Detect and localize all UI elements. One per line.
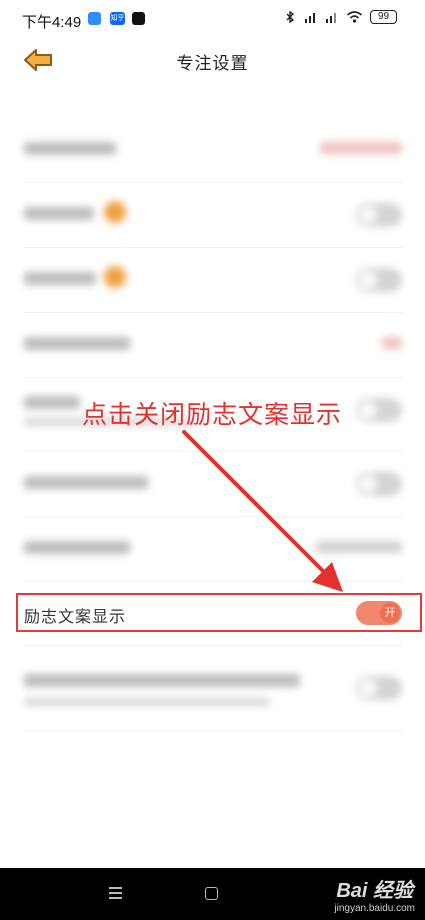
blurred-row-value xyxy=(320,142,402,154)
home-icon[interactable] xyxy=(205,887,218,900)
blurred-setting-row[interactable] xyxy=(24,183,402,247)
setting-label: 励志文案显示 xyxy=(24,609,127,626)
wifi-icon xyxy=(346,11,363,23)
blurred-toggle[interactable] xyxy=(356,472,402,496)
motivational-text-toggle[interactable]: 开 xyxy=(356,601,402,625)
blurred-setting-row[interactable] xyxy=(24,313,402,377)
status-indicators: 99 xyxy=(283,10,397,24)
app-notification-icon xyxy=(88,12,101,25)
blurred-row-label xyxy=(24,476,148,489)
cell-signal-icon xyxy=(305,13,315,23)
blurred-row-label xyxy=(24,541,130,554)
bluetooth-icon xyxy=(286,10,295,24)
blurred-setting-row[interactable] xyxy=(24,656,402,720)
zhihu-icon: 知乎 xyxy=(110,12,125,25)
blurred-toggle[interactable] xyxy=(356,268,402,292)
status-bar: 下午4:49 知乎 99 xyxy=(0,0,425,38)
status-time: 下午4:49 xyxy=(22,14,82,31)
blurred-row-subtitle xyxy=(24,698,270,706)
blurred-toggle[interactable] xyxy=(356,203,402,227)
blurred-row-label xyxy=(24,272,96,285)
cell-signal-2-icon xyxy=(326,13,336,23)
blurred-badge-icon xyxy=(104,266,126,288)
divider xyxy=(24,580,402,581)
system-nav-bar: Bai 经验 jingyan.baidu.com xyxy=(0,868,425,920)
blurred-toggle[interactable] xyxy=(356,398,402,422)
watermark-url: jingyan.baidu.com xyxy=(334,903,415,914)
blurred-row-label xyxy=(24,142,116,155)
blurred-badge-icon xyxy=(104,201,126,223)
blurred-row-label xyxy=(24,207,94,220)
blurred-setting-row[interactable] xyxy=(24,118,402,182)
blurred-toggle[interactable] xyxy=(356,676,402,700)
annotation-text: 点击关闭励志文案显示 xyxy=(82,401,343,429)
battery-icon: 99 xyxy=(370,10,397,24)
menu-icon[interactable] xyxy=(109,887,122,900)
watermark: Bai 经验 jingyan.baidu.com xyxy=(334,874,415,914)
blurred-setting-row[interactable] xyxy=(24,248,402,312)
divider xyxy=(24,645,402,646)
blurred-setting-row[interactable] xyxy=(24,517,402,581)
tiktok-icon xyxy=(132,12,145,25)
blurred-row-label xyxy=(24,674,300,687)
blurred-row-label xyxy=(24,396,80,409)
watermark-logo: Bai 经验 xyxy=(336,880,414,902)
blurred-row-value xyxy=(382,337,402,349)
toggle-knob: 开 xyxy=(380,603,400,623)
blurred-row-value xyxy=(316,541,402,553)
divider xyxy=(24,731,402,732)
page-title: 专注设置 xyxy=(176,54,249,73)
blurred-row-label xyxy=(24,337,130,350)
blurred-setting-row[interactable] xyxy=(24,452,402,516)
